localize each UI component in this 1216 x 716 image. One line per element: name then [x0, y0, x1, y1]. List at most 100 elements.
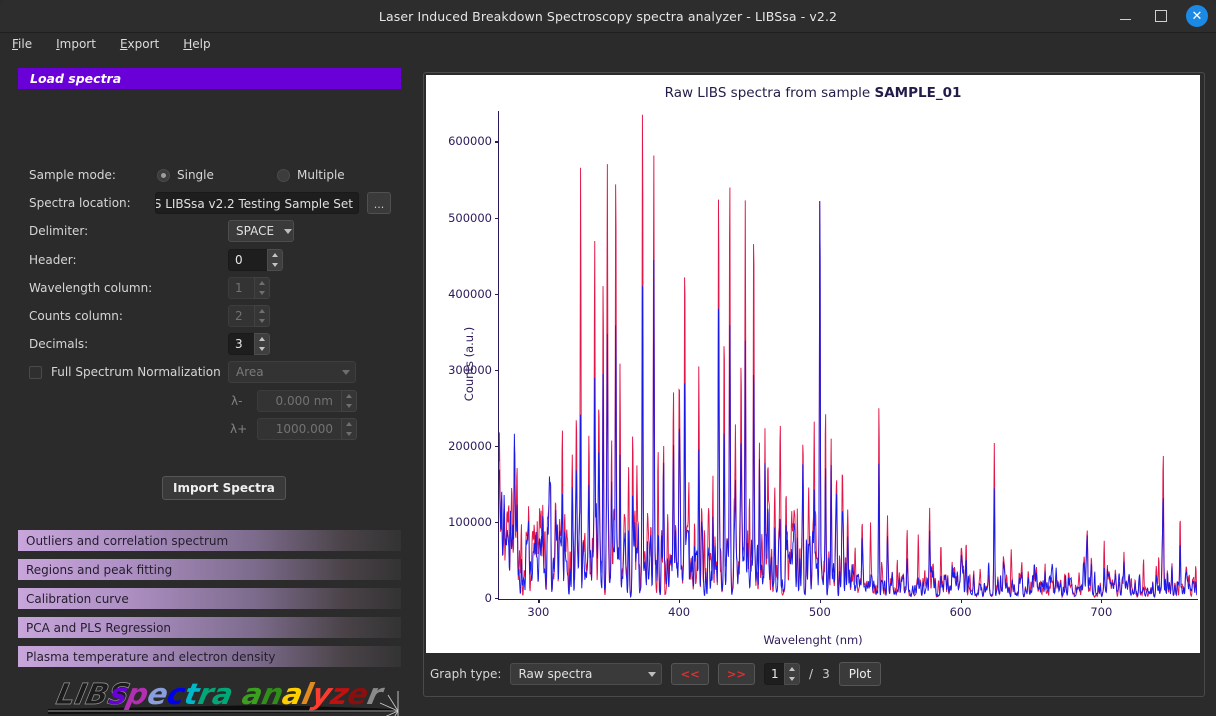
menu-export[interactable]: Export [118, 35, 161, 53]
sidebar-panel: Load spectra Sample mode: Single Multipl… [0, 55, 414, 716]
page-total: 3 [822, 667, 830, 681]
row-delimiter: Delimiter: [29, 220, 88, 242]
y-tick-mark [495, 141, 499, 143]
next-spectrum-button[interactable]: >> [717, 663, 756, 685]
section-header-calibration[interactable]: Calibration curve [18, 588, 401, 609]
sample-mode-label: Sample mode: [29, 168, 116, 182]
y-tick-label: 300000 [448, 362, 492, 377]
browse-folder-button[interactable]: ... [367, 192, 391, 214]
stepper-up-icon [259, 281, 265, 285]
stepper-up-icon[interactable] [272, 253, 278, 257]
chart-title-prefix: Raw LIBS spectra from sample [664, 85, 875, 101]
y-tick-mark [495, 293, 499, 295]
lambda-min-stepper-buttons [341, 390, 357, 412]
stepper-down-icon[interactable] [259, 347, 265, 351]
graph-toolbar: Graph type: Raw spectra << >> 1 / 3 Plot [426, 654, 1200, 694]
menu-export-label: xport [127, 37, 160, 51]
section-header-load-spectra-label: Load spectra [30, 71, 122, 86]
decimals-input[interactable]: 3 [228, 333, 254, 355]
maximize-icon [1155, 10, 1167, 22]
spectrum-index-input[interactable]: 1 [764, 663, 785, 685]
section-header-calibration-label: Calibration curve [26, 591, 129, 606]
spectrum-index-stepper[interactable]: 1 [764, 663, 801, 685]
row-wavelength-column: Wavelength column: [29, 277, 152, 299]
section-header-regions[interactable]: Regions and peak fitting [18, 559, 401, 580]
wavelength-column-label: Wavelength column: [29, 281, 153, 295]
decimals-label: Decimals: [29, 337, 89, 351]
x-tick-label: 500 [808, 605, 831, 619]
x-tick-mark [960, 599, 962, 603]
chevron-down-icon [648, 671, 657, 677]
chevron-down-icon [284, 228, 293, 234]
wavelength-column-input: 1 [228, 277, 254, 299]
row-counts-column: Counts column: [29, 305, 123, 327]
y-tick-label: 600000 [448, 134, 492, 149]
radio-sample-mode-multiple[interactable]: Multiple [277, 164, 345, 186]
header-stepper-buttons[interactable] [267, 249, 283, 271]
menu-help[interactable]: Help [181, 35, 212, 53]
menu-file[interactable]: File [10, 35, 34, 53]
counts-column-stepper: 2 [228, 305, 270, 327]
spectrum-index-stepper-buttons[interactable] [784, 663, 801, 685]
section-header-load-spectra[interactable]: Load spectra [18, 68, 401, 89]
minimize-button[interactable] [1114, 5, 1136, 27]
y-tick-mark [495, 217, 499, 219]
stepper-up-icon[interactable] [789, 667, 796, 671]
menu-file-label: ile [18, 37, 33, 51]
stepper-up-icon [259, 309, 265, 313]
close-button[interactable]: ✕ [1186, 5, 1208, 27]
header-input[interactable]: 0 [228, 249, 267, 271]
x-tick-mark [679, 599, 681, 603]
window-controls: ✕ [1114, 0, 1208, 32]
header-stepper[interactable]: 0 [228, 249, 283, 271]
menu-import[interactable]: Import [54, 35, 98, 53]
y-tick-label: 200000 [448, 438, 492, 453]
spectra-location-input[interactable]: OSS LIBSsa v2.2 Testing Sample Set [155, 192, 359, 214]
stepper-down-icon [346, 432, 352, 436]
counts-column-label: Counts column: [29, 309, 123, 323]
section-header-outliers[interactable]: Outliers and correlation spectrum [18, 530, 401, 551]
y-tick-mark [495, 598, 499, 600]
previous-spectrum-button[interactable]: << [671, 663, 709, 685]
x-tick-label: 600 [949, 605, 972, 619]
lambda-min-label: λ- [231, 394, 243, 408]
row-header: Header: [29, 249, 77, 271]
stepper-down-icon[interactable] [789, 677, 796, 681]
full-spectrum-normalization-label: Full Spectrum Normalization [51, 365, 221, 379]
y-tick-mark [495, 369, 499, 371]
decimals-stepper-buttons[interactable] [254, 333, 270, 355]
import-spectra-button[interactable]: Import Spectra [162, 476, 286, 500]
stepper-down-icon [346, 404, 352, 408]
maximize-button[interactable] [1150, 5, 1172, 27]
logo-text-spectra-analyzer: spectra analyzer [107, 677, 388, 711]
lambda-min-stepper: 0.000 nm [257, 390, 357, 412]
row-lambda-max: λ+ [230, 418, 247, 440]
x-tick-label: 700 [1090, 605, 1113, 619]
stepper-up-icon[interactable] [259, 337, 265, 341]
stepper-down-icon[interactable] [272, 263, 278, 267]
section-header-pca-pls[interactable]: PCA and PLS Regression [18, 617, 401, 638]
y-tick-label: 400000 [448, 286, 492, 301]
section-header-plasma-label: Plasma temperature and electron density [26, 649, 276, 664]
x-tick-mark [538, 599, 540, 603]
radio-sample-mode-single[interactable]: Single [157, 164, 214, 186]
x-axis-label: Wavelenght (nm) [763, 633, 863, 647]
section-header-regions-label: Regions and peak fitting [26, 562, 173, 577]
header-label: Header: [29, 253, 77, 267]
plot-button[interactable]: Plot [838, 662, 882, 686]
window-titlebar: Laser Induced Breakdown Spectroscopy spe… [0, 0, 1216, 33]
graph-type-select[interactable]: Raw spectra [510, 663, 663, 685]
spectra-location-label: Spectra location: [29, 196, 131, 210]
section-header-plasma[interactable]: Plasma temperature and electron density [18, 646, 401, 667]
x-tick-mark [819, 599, 822, 603]
full-spectrum-normalization-checkbox[interactable]: Full Spectrum Normalization [29, 361, 221, 383]
x-tick-mark [1101, 599, 1103, 603]
spectra-traces [499, 112, 1197, 599]
y-tick-mark [495, 521, 499, 524]
menu-import-label: mport [59, 37, 96, 51]
delimiter-select[interactable]: SPACE [228, 220, 294, 242]
y-tick-mark [495, 445, 499, 447]
lambda-max-stepper: 1000.000 nm [257, 418, 357, 440]
row-sample-mode: Sample mode: [29, 164, 116, 186]
decimals-stepper[interactable]: 3 [228, 333, 270, 355]
